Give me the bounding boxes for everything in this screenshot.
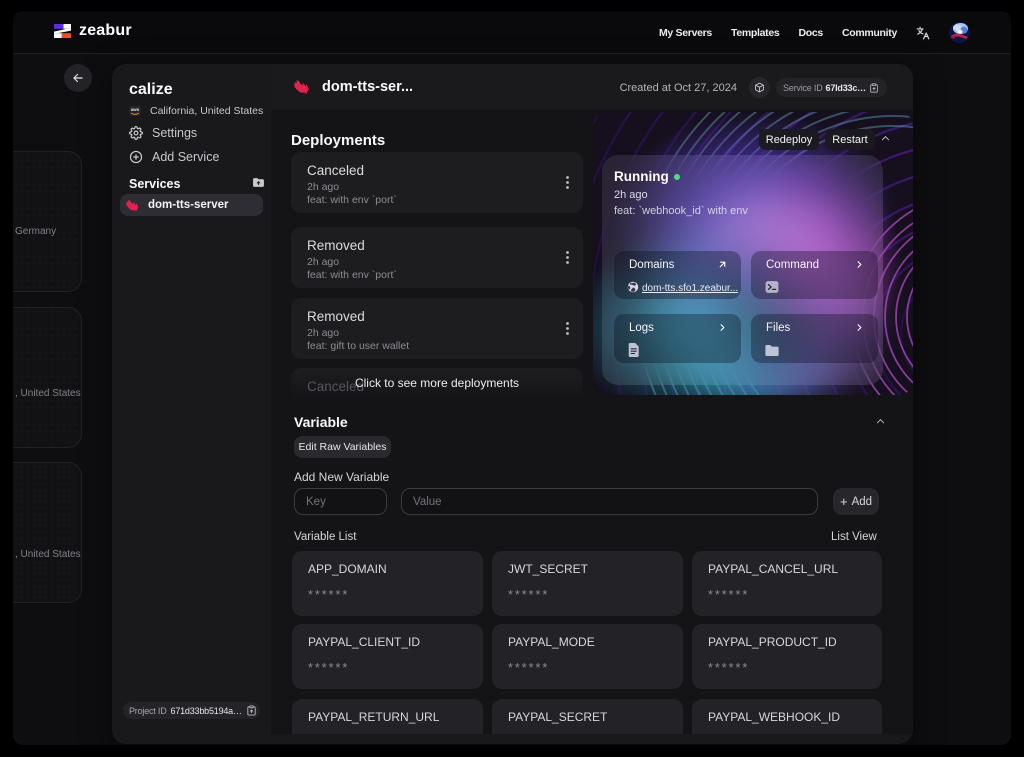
svg-text:aws: aws [131,107,140,112]
